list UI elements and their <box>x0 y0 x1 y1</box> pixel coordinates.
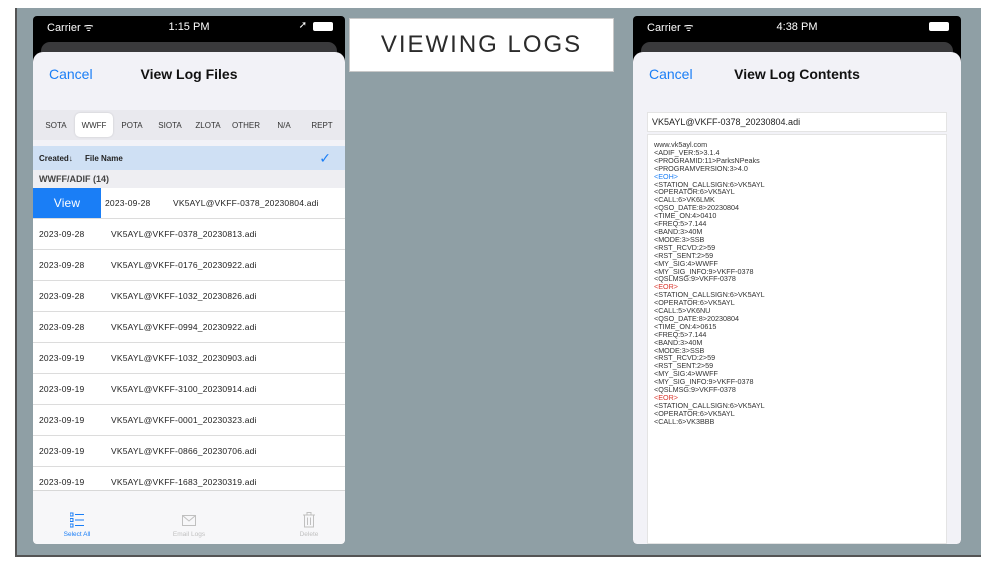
checkmark-icon[interactable]: ✓ <box>319 150 331 167</box>
delete-label: Delete <box>299 531 319 538</box>
segment-sota[interactable]: SOTA <box>37 113 75 137</box>
file-list: View 2023-09-28 VK5AYL@VKFF-0378_2023080… <box>33 188 345 498</box>
row-date: 2023-09-28 <box>39 291 85 301</box>
nav-bar: Cancel View Log Contents <box>633 52 961 96</box>
row-file-name: VK5AYL@VKFF-1683_20230319.adi <box>111 477 257 487</box>
trash-icon <box>303 512 315 528</box>
row-date: 2023-09-28 <box>39 229 85 239</box>
table-row[interactable]: 2023-09-19 VK5AYL@VKFF-1032_20230903.adi <box>33 343 345 374</box>
battery-icon <box>313 22 333 31</box>
status-time: 4:38 PM <box>776 21 818 33</box>
bottom-toolbar: Select All Email Logs Delete <box>33 490 345 544</box>
row-file-name: VK5AYL@VKFF-0176_20230922.adi <box>111 260 257 270</box>
table-row[interactable]: 2023-09-19 VK5AYL@VKFF-3100_20230914.adi <box>33 374 345 405</box>
row-date: 2023-09-19 <box>39 353 85 363</box>
segment-siota[interactable]: SIOTA <box>151 113 189 137</box>
select-all-button[interactable]: Select All <box>47 512 107 538</box>
phone-view-log-contents: Carrier ᯤ 4:38 PM Cancel View Log Conten… <box>633 16 961 544</box>
row-file-name: VK5AYL@VKFF-0866_20230706.adi <box>111 446 257 456</box>
select-all-label: Select All <box>63 531 91 538</box>
phone-view-log-files: Carrier ᯤ 1:15 PM ➚ Cancel View Log File… <box>33 16 345 544</box>
row-date: 2023-09-28 <box>105 198 151 208</box>
log-line: <QSLMSG:9>VKFF-0378 <box>654 385 736 395</box>
file-name-header[interactable]: File Name <box>85 154 123 163</box>
segment-na[interactable]: N/A <box>265 113 303 137</box>
email-logs-button[interactable]: Email Logs <box>159 512 219 538</box>
status-bar: Carrier ᯤ 1:15 PM ➚ <box>33 16 345 38</box>
row-file-name: VK5AYL@VKFF-0378_20230813.adi <box>111 229 257 239</box>
table-row[interactable]: 2023-09-28 VK5AYL@VKFF-0378_20230813.adi <box>33 219 345 250</box>
column-header: Created↓ File Name ✓ <box>33 146 345 170</box>
row-date: 2023-09-19 <box>39 446 85 456</box>
row-file-name: VK5AYL@VKFF-0994_20230922.adi <box>111 322 257 332</box>
nav-title: View Log Contents <box>734 66 860 82</box>
nav-title: View Log Files <box>140 66 238 82</box>
row-file-name: VK5AYL@VKFF-1032_20230826.adi <box>111 291 257 301</box>
view-button[interactable]: View <box>33 188 101 218</box>
row-date: 2023-09-19 <box>39 415 85 425</box>
segment-zlota[interactable]: ZLOTA <box>189 113 227 137</box>
table-row[interactable]: 2023-09-19 VK5AYL@VKFF-0866_20230706.adi <box>33 436 345 467</box>
row-file-name: VK5AYL@VKFF-0378_20230804.adi <box>173 198 319 208</box>
table-row[interactable]: 2023-09-28 VK5AYL@VKFF-1032_20230826.adi <box>33 281 345 312</box>
row-file-name: VK5AYL@VKFF-0001_20230323.adi <box>111 415 257 425</box>
table-row[interactable]: View 2023-09-28 VK5AYL@VKFF-0378_2023080… <box>33 188 345 219</box>
nav-bar: Cancel View Log Files <box>33 52 345 96</box>
battery-icon <box>929 22 949 31</box>
email-logs-label: Email Logs <box>172 531 206 538</box>
table-row[interactable]: 2023-09-19 VK5AYL@VKFF-0001_20230323.adi <box>33 405 345 436</box>
row-date: 2023-09-19 <box>39 384 85 394</box>
row-date: 2023-09-28 <box>39 322 85 332</box>
modal-sheet: Cancel View Log Files SOTA WWFF POTA SIO… <box>33 52 345 544</box>
table-row[interactable]: 2023-09-28 VK5AYL@VKFF-0994_20230922.adi <box>33 312 345 343</box>
log-type-segmented-control: SOTA WWFF POTA SIOTA ZLOTA OTHER N/A REP… <box>33 110 345 140</box>
log-contents-text[interactable]: www.vk5ayl.com <ADIF_VER:5>3.1.4 <PROGRAMI… <box>647 134 947 544</box>
table-row[interactable]: 2023-09-28 VK5AYL@VKFF-0176_20230922.adi <box>33 250 345 281</box>
segment-wwff[interactable]: WWFF <box>75 113 113 137</box>
sort-created-header[interactable]: Created↓ <box>39 154 73 163</box>
log-file-name: VK5AYL@VKFF-0378_20230804.adi <box>647 112 947 132</box>
section-header: WWFF/ADIF (14) <box>33 170 345 188</box>
segment-other[interactable]: OTHER <box>227 113 265 137</box>
envelope-icon <box>182 515 196 526</box>
delete-button[interactable]: Delete <box>279 512 339 538</box>
cancel-button[interactable]: Cancel <box>649 66 693 82</box>
segment-rept[interactable]: REPT <box>303 113 341 137</box>
row-file-name: VK5AYL@VKFF-1032_20230903.adi <box>111 353 257 363</box>
log-line: <QSLMSG:9>VKFF-0378 <box>654 274 736 284</box>
status-bar: Carrier ᯤ 4:38 PM <box>633 16 961 38</box>
list-icon <box>70 512 84 528</box>
row-date: 2023-09-19 <box>39 477 85 487</box>
slide-caption: VIEWING LOGS <box>349 18 614 72</box>
log-line: <CALL:6>VK3BBB <box>654 416 715 426</box>
row-file-name: VK5AYL@VKFF-3100_20230914.adi <box>111 384 257 394</box>
segment-pota[interactable]: POTA <box>113 113 151 137</box>
cancel-button[interactable]: Cancel <box>49 66 93 82</box>
modal-sheet: Cancel View Log Contents VK5AYL@VKFF-037… <box>633 52 961 544</box>
log-line: <PROGRAMVERSION:3>4.0 <box>654 163 748 173</box>
location-icon: ➚ <box>298 20 307 31</box>
row-date: 2023-09-28 <box>39 260 85 270</box>
